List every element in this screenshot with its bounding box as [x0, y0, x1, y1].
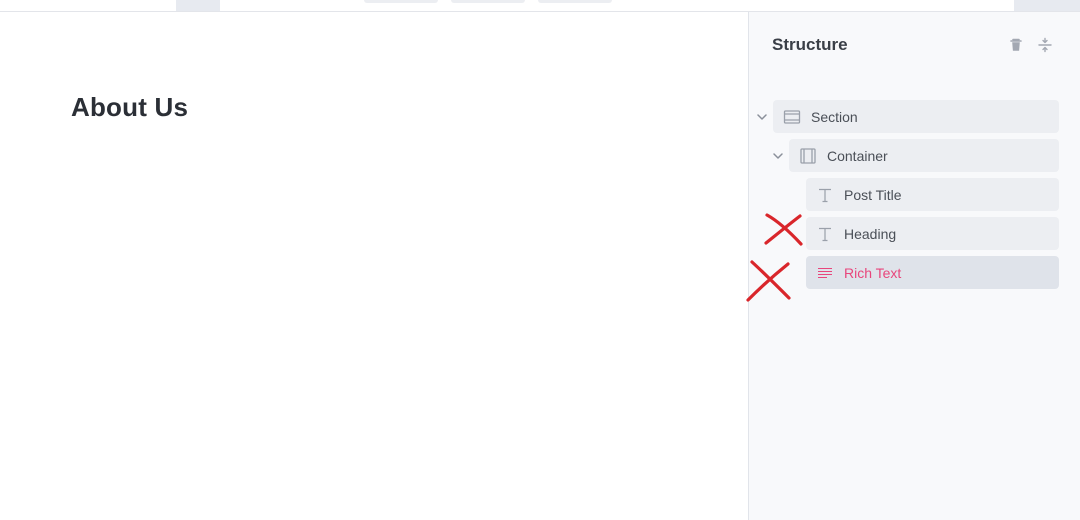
tree-item-label: Heading — [844, 226, 897, 242]
trash-icon[interactable] — [1008, 37, 1024, 53]
toolbar-button[interactable] — [451, 0, 525, 3]
collapse-icon[interactable] — [1037, 37, 1053, 53]
tree-item-label: Rich Text — [844, 265, 902, 281]
page-canvas[interactable]: About Us — [0, 12, 748, 520]
tree-item-label: Post Title — [844, 187, 902, 203]
tree-item-container[interactable]: Container — [789, 139, 1059, 172]
toolbar-segment — [1014, 0, 1080, 11]
tree-item-heading[interactable]: Heading — [806, 217, 1059, 250]
section-icon — [783, 108, 801, 126]
chevron-down-icon[interactable] — [755, 110, 769, 124]
rich-text-icon — [816, 264, 834, 282]
page-heading[interactable]: About Us — [71, 92, 188, 123]
toolbar-button[interactable] — [538, 0, 612, 3]
container-icon — [799, 147, 817, 165]
tree-item-label: Section — [811, 109, 858, 125]
tree-item-label: Container — [827, 148, 888, 164]
text-icon — [816, 186, 834, 204]
toolbar-button[interactable] — [364, 0, 438, 3]
tree-item-rich-text[interactable]: Rich Text — [806, 256, 1059, 289]
toolbar-segment — [176, 0, 220, 11]
text-icon — [816, 225, 834, 243]
top-toolbar-strip — [0, 0, 1080, 12]
structure-panel: Structure Section Container Post Title H… — [748, 12, 1080, 520]
panel-title: Structure — [772, 35, 848, 54]
chevron-down-icon[interactable] — [771, 149, 785, 163]
tree-item-post-title[interactable]: Post Title — [806, 178, 1059, 211]
tree-item-section[interactable]: Section — [773, 100, 1059, 133]
